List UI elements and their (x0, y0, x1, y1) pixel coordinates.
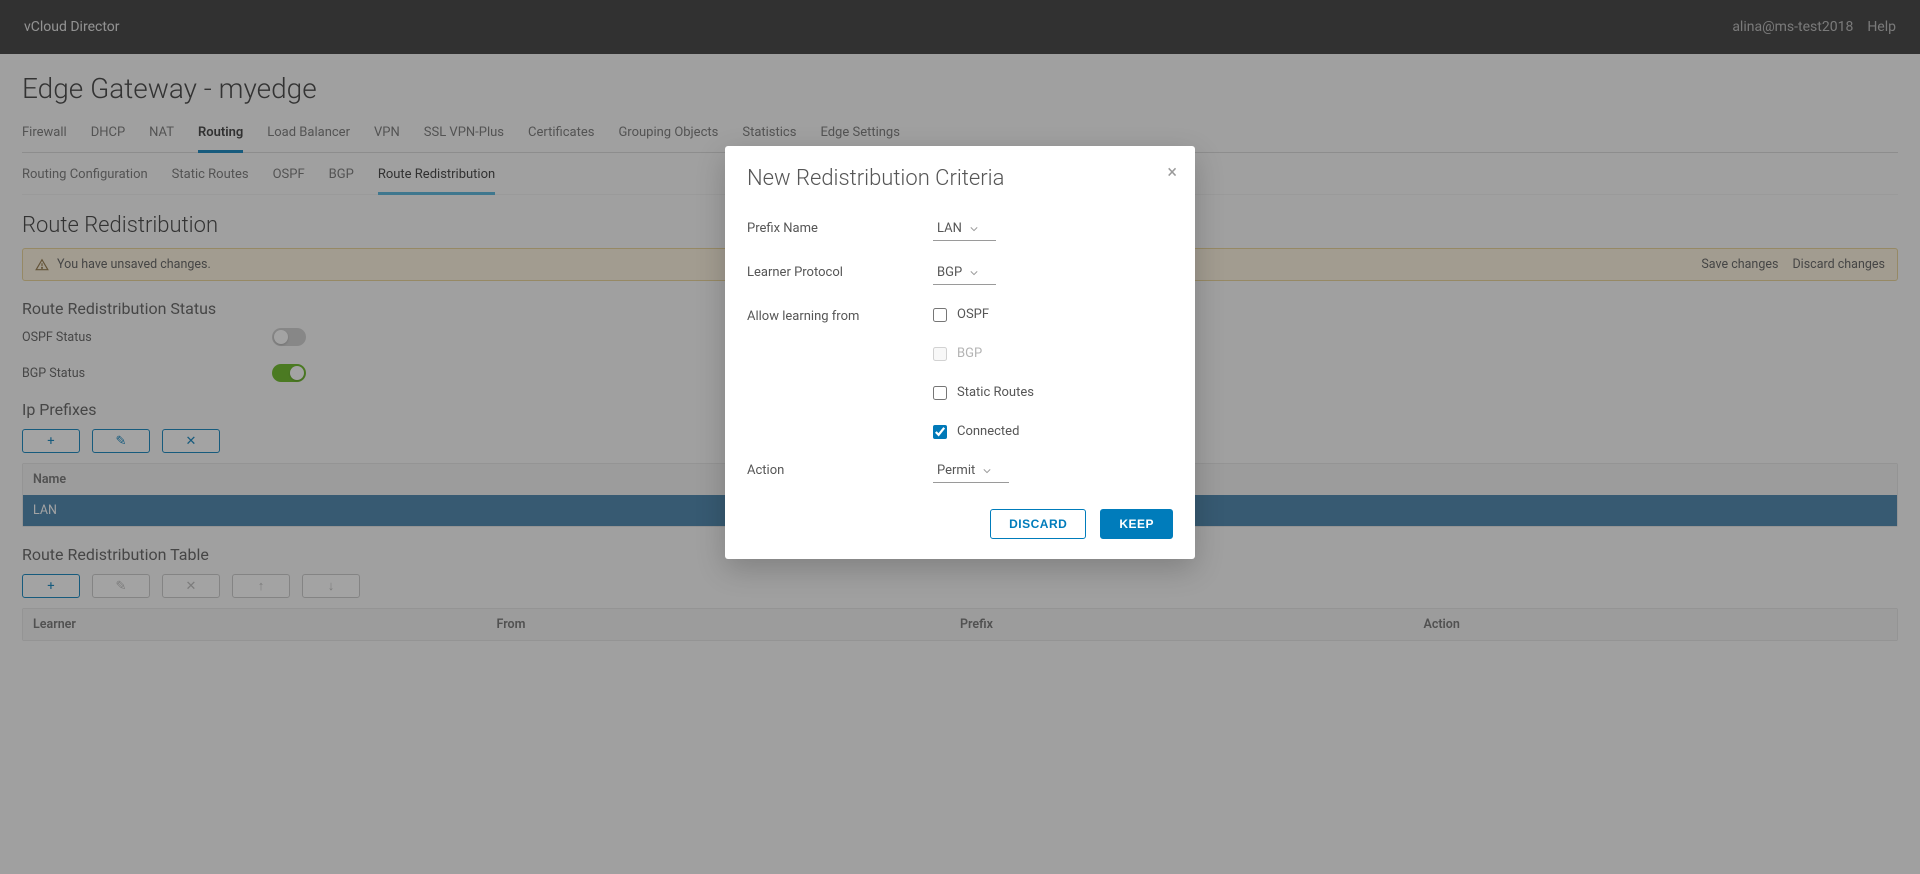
prefix-name-select[interactable]: LAN (933, 219, 996, 241)
learner-protocol-value: BGP (937, 265, 962, 280)
allow-bgp-checkbox: BGP (933, 346, 1173, 361)
chevron-down-icon (970, 225, 978, 233)
chevron-down-icon (970, 269, 978, 277)
allow-ospf-label: OSPF (957, 307, 989, 322)
action-select[interactable]: Permit (933, 461, 1009, 483)
learner-protocol-select[interactable]: BGP (933, 263, 996, 285)
allow-learning-group: OSPF BGP Static Routes Connected (933, 307, 1173, 439)
prefix-name-value: LAN (937, 221, 962, 236)
allow-connected-checkbox[interactable]: Connected (933, 424, 1173, 439)
modal-actions: DISCARD KEEP (747, 509, 1173, 539)
new-redistribution-criteria-modal: × New Redistribution Criteria Prefix Nam… (725, 146, 1195, 559)
allow-learning-from-label: Allow learning from (747, 307, 933, 324)
allow-static-label: Static Routes (957, 385, 1034, 400)
allow-bgp-input (933, 347, 947, 361)
allow-static-input[interactable] (933, 386, 947, 400)
allow-ospf-checkbox[interactable]: OSPF (933, 307, 1173, 322)
action-value: Permit (937, 463, 975, 478)
modal-close-button[interactable]: × (1167, 164, 1177, 182)
action-label: Action (747, 461, 933, 478)
discard-button[interactable]: DISCARD (990, 509, 1086, 539)
close-icon: × (1167, 162, 1177, 183)
chevron-down-icon (983, 467, 991, 475)
modal-overlay: × New Redistribution Criteria Prefix Nam… (0, 0, 1920, 874)
allow-connected-input[interactable] (933, 425, 947, 439)
allow-static-checkbox[interactable]: Static Routes (933, 385, 1173, 400)
allow-connected-label: Connected (957, 424, 1019, 439)
keep-button[interactable]: KEEP (1100, 509, 1173, 539)
learner-protocol-label: Learner Protocol (747, 263, 933, 280)
modal-title: New Redistribution Criteria (747, 166, 1173, 191)
prefix-name-label: Prefix Name (747, 219, 933, 236)
allow-bgp-label: BGP (957, 346, 982, 361)
allow-ospf-input[interactable] (933, 308, 947, 322)
